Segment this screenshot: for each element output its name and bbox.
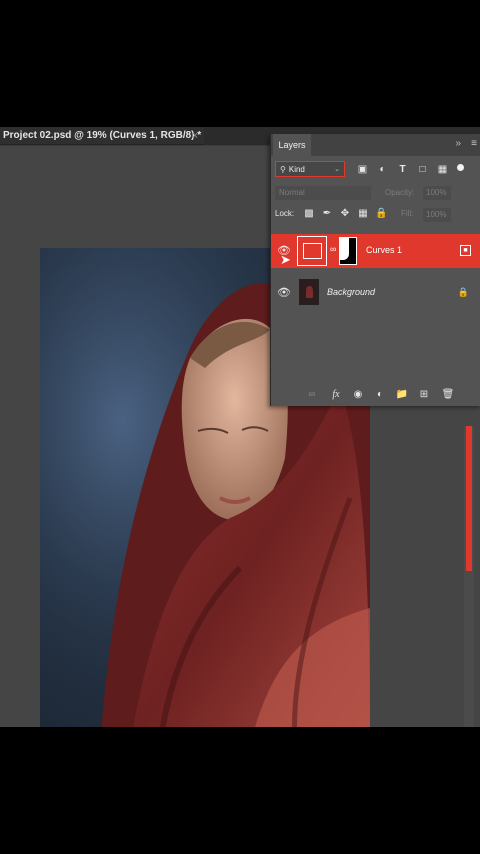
layer-row-background[interactable]: 👁 Background 🔒 [271, 276, 480, 310]
panel-menu-icon[interactable]: ≡ [471, 138, 477, 149]
new-adjustment-icon[interactable]: ◐ [373, 388, 387, 402]
new-group-icon[interactable]: 📁 [395, 388, 409, 402]
trash-icon[interactable]: 🗑 [441, 388, 455, 402]
lock-all-icon[interactable]: 🔒 [375, 208, 387, 220]
opacity-label: Opacity: [385, 188, 415, 197]
curves-icon [303, 243, 322, 259]
add-mask-icon[interactable]: ◉ [351, 388, 365, 402]
filter-kind-label: Kind [288, 165, 305, 174]
layer-filter-row: ⚲ Kind ⌄ ▣ ◐ T □ ▦ [271, 158, 480, 182]
fx-icon[interactable]: fx [329, 388, 343, 402]
fill-label: Fill: [401, 209, 414, 218]
opacity-input[interactable]: 100% [423, 186, 451, 200]
layers-panel-header: Layers » ≡ [271, 134, 480, 156]
smart-object-filter-icon[interactable]: ▦ [437, 164, 448, 175]
document-tab-title: Project 02.psd @ 19% (Curves 1, RGB/8) * [3, 130, 202, 141]
background-thumbnail[interactable] [299, 279, 319, 305]
layers-panel: Layers » ≡ ⚲ Kind ⌄ ▣ ◐ T □ ▦ Normal Opac… [270, 134, 480, 406]
adjustment-filter-icon[interactable]: ◐ [377, 164, 388, 175]
lock-label: Lock: [275, 209, 295, 218]
image-filter-icon[interactable]: ▣ [357, 164, 368, 175]
lock-transparent-pixels-icon[interactable]: ▩ [303, 208, 315, 220]
curves-adjustment-thumbnail[interactable] [297, 236, 327, 266]
close-document-icon[interactable]: × [192, 127, 198, 145]
blend-row: Normal Opacity: 100% [271, 183, 480, 203]
eye-icon[interactable]: 👁 [277, 287, 291, 299]
clip-indicator-icon: ■ [460, 245, 471, 256]
mouse-cursor-icon: ➤ [280, 252, 291, 267]
shape-filter-icon[interactable]: □ [417, 164, 428, 175]
layer-name[interactable]: Curves 1 [366, 245, 402, 255]
fill-input[interactable]: 100% [423, 208, 451, 222]
link-layers-icon[interactable]: ∞ [305, 388, 319, 402]
lock-image-pixels-icon[interactable]: ✒ [321, 208, 333, 220]
chevron-down-icon: ⌄ [334, 166, 340, 173]
layer-mask-thumbnail[interactable] [339, 237, 357, 265]
lock-row: Lock: ▩ ✒ ✥ ▦ 🔒 Fill: 100% [271, 205, 480, 227]
document-tab[interactable]: Project 02.psd @ 19% (Curves 1, RGB/8) *… [0, 127, 204, 145]
scrollbar-thumb[interactable] [466, 426, 472, 571]
new-layer-icon[interactable]: ⊞ [417, 388, 431, 402]
filter-toggle-icon[interactable] [457, 164, 464, 171]
vertical-scrollbar[interactable] [464, 426, 474, 727]
search-icon: ⚲ [280, 165, 286, 174]
layer-row-curves[interactable]: 👁 ∞ Curves 1 ■ [271, 234, 480, 268]
lock-artboard-icon[interactable]: ▦ [357, 208, 369, 220]
type-filter-icon[interactable]: T [397, 164, 408, 175]
layers-panel-footer: ∞ fx ◉ ◐ 📁 ⊞ 🗑 [271, 384, 480, 406]
layer-name[interactable]: Background [327, 287, 375, 297]
lock-icon: 🔒 [457, 287, 469, 297]
blend-mode-select[interactable]: Normal [275, 186, 371, 200]
lock-position-icon[interactable]: ✥ [339, 208, 351, 220]
photoshop-window: Project 02.psd @ 19% (Curves 1, RGB/8) *… [0, 127, 480, 727]
chain-link-icon[interactable]: ∞ [330, 244, 336, 254]
filter-kind-select[interactable]: ⚲ Kind ⌄ [275, 161, 345, 177]
tab-layers[interactable]: Layers [273, 134, 311, 156]
collapse-panel-icon[interactable]: » [455, 138, 461, 149]
